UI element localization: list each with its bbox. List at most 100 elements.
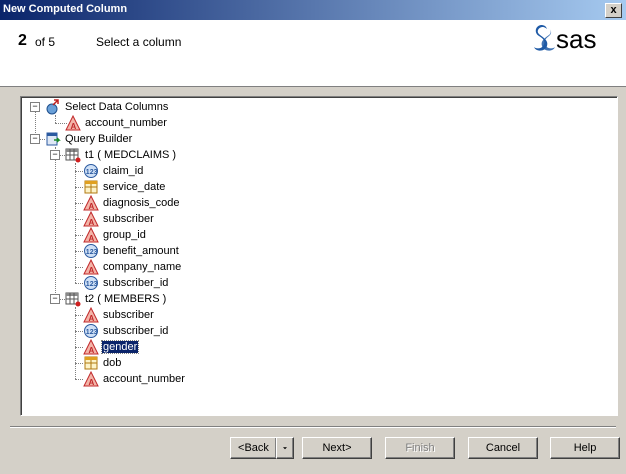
tree-node-column[interactable]: 123 claim_id [83,163,144,179]
step-number: 2 [18,32,27,49]
tree-line [75,219,83,220]
column-label: subscriber [103,309,154,321]
title-bar[interactable]: New Computed Column x [0,0,626,20]
column-label: group_id [103,229,146,241]
tree-line [55,115,56,123]
tree-node-column[interactable]: 123 subscriber_id [83,275,169,291]
cancel-button[interactable]: Cancel [468,437,538,459]
column-label: account_number [103,373,185,385]
query-builder-icon [46,132,61,146]
table-icon [65,148,81,163]
collapse-toggle[interactable]: − [50,150,60,160]
back-button[interactable]: <Back [230,437,276,459]
tree-line [75,315,83,316]
tree-line [75,347,83,348]
collapse-toggle[interactable]: − [50,294,60,304]
svg-text:A: A [89,346,95,355]
sas-logo: sas [532,22,614,57]
tree-line [75,171,83,172]
collapse-toggle[interactable]: − [30,134,40,144]
tree-line [75,331,83,332]
svg-text:A: A [89,378,95,387]
character-column-icon: A [65,115,81,131]
step-of-total: of 5 [35,35,56,49]
tree-line [75,363,83,364]
tree-line [75,187,83,188]
column-label: benefit_amount [103,245,179,257]
column-label: service_date [103,181,166,193]
numeric-column-icon: 123 [84,164,98,178]
help-button[interactable]: Help [550,437,620,459]
close-button[interactable]: x [605,3,622,18]
sas-logo-graphic: sas [534,24,596,54]
date-column-icon [84,180,98,194]
column-tree[interactable]: − Select Data Columns A account_number −… [20,96,618,416]
numeric-column-icon: 123 [84,244,98,258]
tree-node-column-selected[interactable]: A gender [83,339,140,355]
column-label: gender [100,340,140,354]
tree-node-table-t2[interactable]: t2 ( MEMBERS ) [65,291,167,307]
tree-node-column[interactable]: A subscriber [83,211,155,227]
finish-button[interactable]: Finish [385,437,455,459]
tree-line [75,251,83,252]
tree-node-column[interactable]: A group_id [83,227,147,243]
date-column-icon [84,356,98,370]
step-title: Select a column [96,35,182,49]
tree-node-column[interactable]: A account_number [65,115,168,131]
svg-text:A: A [89,234,95,243]
tree-node-label: t2 ( MEMBERS ) [85,293,167,305]
collapse-toggle[interactable]: − [30,102,40,112]
tree-node-table-t1[interactable]: t1 ( MEDCLAIMS ) [65,147,177,163]
tree-line [75,203,83,204]
tree-node-column[interactable]: A subscriber [83,307,155,323]
svg-text:123: 123 [86,281,98,288]
table-icon [65,292,81,307]
character-column-icon: A [83,227,99,243]
svg-text:123: 123 [86,329,98,336]
tree-node-column[interactable]: A company_name [83,259,182,275]
tree-node-select-data-columns[interactable]: Select Data Columns [45,99,169,115]
svg-text:A: A [89,218,95,227]
svg-text:123: 123 [86,249,98,256]
svg-text:A: A [89,266,95,275]
dialog-window: New Computed Column x 2 of 5 Select a co… [0,0,626,474]
tree-node-label: Query Builder [65,133,133,145]
footer-divider [10,426,616,428]
tree-line [75,283,83,284]
tree-line [75,235,83,236]
numeric-column-icon: 123 [84,324,98,338]
character-column-icon: A [83,307,99,323]
back-history-dropdown[interactable] [276,437,294,459]
character-column-icon: A [83,371,99,387]
window-title: New Computed Column [3,3,128,15]
tree-node-column[interactable]: dob [83,355,122,371]
column-label: diagnosis_code [103,197,180,209]
tree-node-query-builder[interactable]: Query Builder [45,131,133,147]
select-columns-icon [46,99,59,115]
next-button[interactable]: Next> [302,437,372,459]
sas-logo-text: sas [556,24,596,54]
tree-node-column[interactable]: A account_number [83,371,186,387]
character-column-icon: A [83,259,99,275]
svg-text:A: A [89,314,95,323]
tree-line [75,267,83,268]
tree-node-label: Select Data Columns [65,101,169,113]
tree-node-column[interactable]: service_date [83,179,166,195]
character-column-icon: A [83,339,99,355]
column-label: company_name [103,261,182,273]
column-label: subscriber_id [103,325,169,337]
column-label: dob [103,357,122,369]
column-label: subscriber_id [103,277,169,289]
numeric-column-icon: 123 [84,276,98,290]
column-label: claim_id [103,165,144,177]
character-column-icon: A [83,211,99,227]
column-label: subscriber [103,213,154,225]
tree-line [75,163,76,283]
tree-line [75,307,76,379]
tree-node-column[interactable]: A diagnosis_code [83,195,180,211]
tree-node-column[interactable]: 123 subscriber_id [83,323,169,339]
svg-text:123: 123 [86,169,98,176]
tree-node-label: t1 ( MEDCLAIMS ) [85,149,177,161]
tree-node-column[interactable]: 123 benefit_amount [83,243,180,259]
column-label: account_number [85,117,167,129]
